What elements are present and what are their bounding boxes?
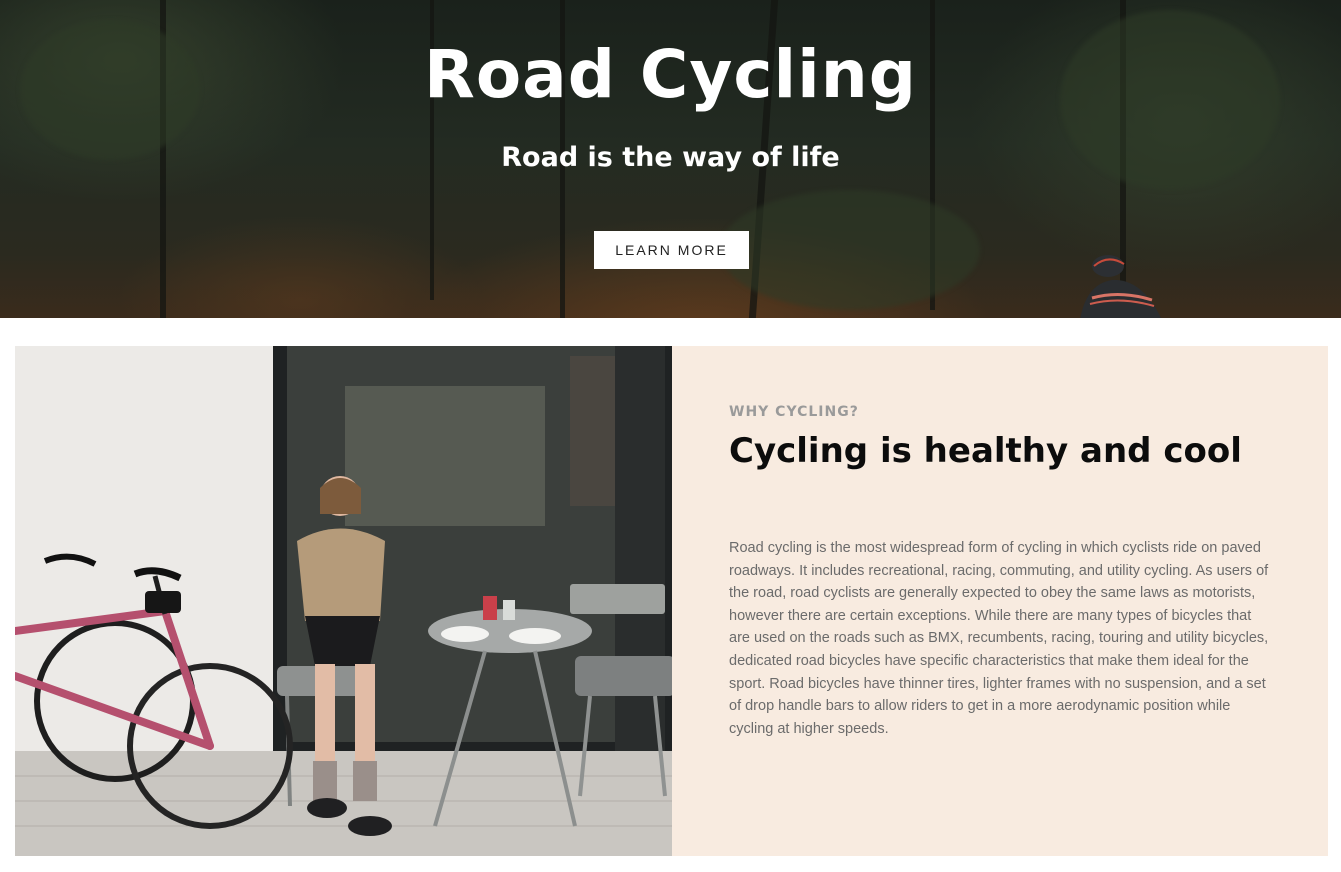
learn-more-button[interactable]: LEARN MORE	[594, 231, 749, 269]
section-heading: Cycling is healthy and cool	[729, 431, 1242, 471]
cyclist-figure	[1080, 255, 1161, 318]
section-eyebrow: WHY CYCLING?	[729, 404, 859, 420]
cafe-illustration	[15, 346, 672, 856]
why-cycling-panel: WHY CYCLING? Cycling is healthy and cool…	[672, 346, 1328, 856]
hero-subtitle: Road is the way of life	[501, 142, 840, 173]
section-body: Road cycling is the most widespread form…	[729, 540, 1269, 737]
hero-banner: Road Cycling Road is the way of life LEA…	[0, 0, 1341, 318]
cafe-photo	[15, 346, 672, 856]
foliage	[720, 190, 980, 310]
hero-title: Road Cycling	[424, 36, 917, 113]
